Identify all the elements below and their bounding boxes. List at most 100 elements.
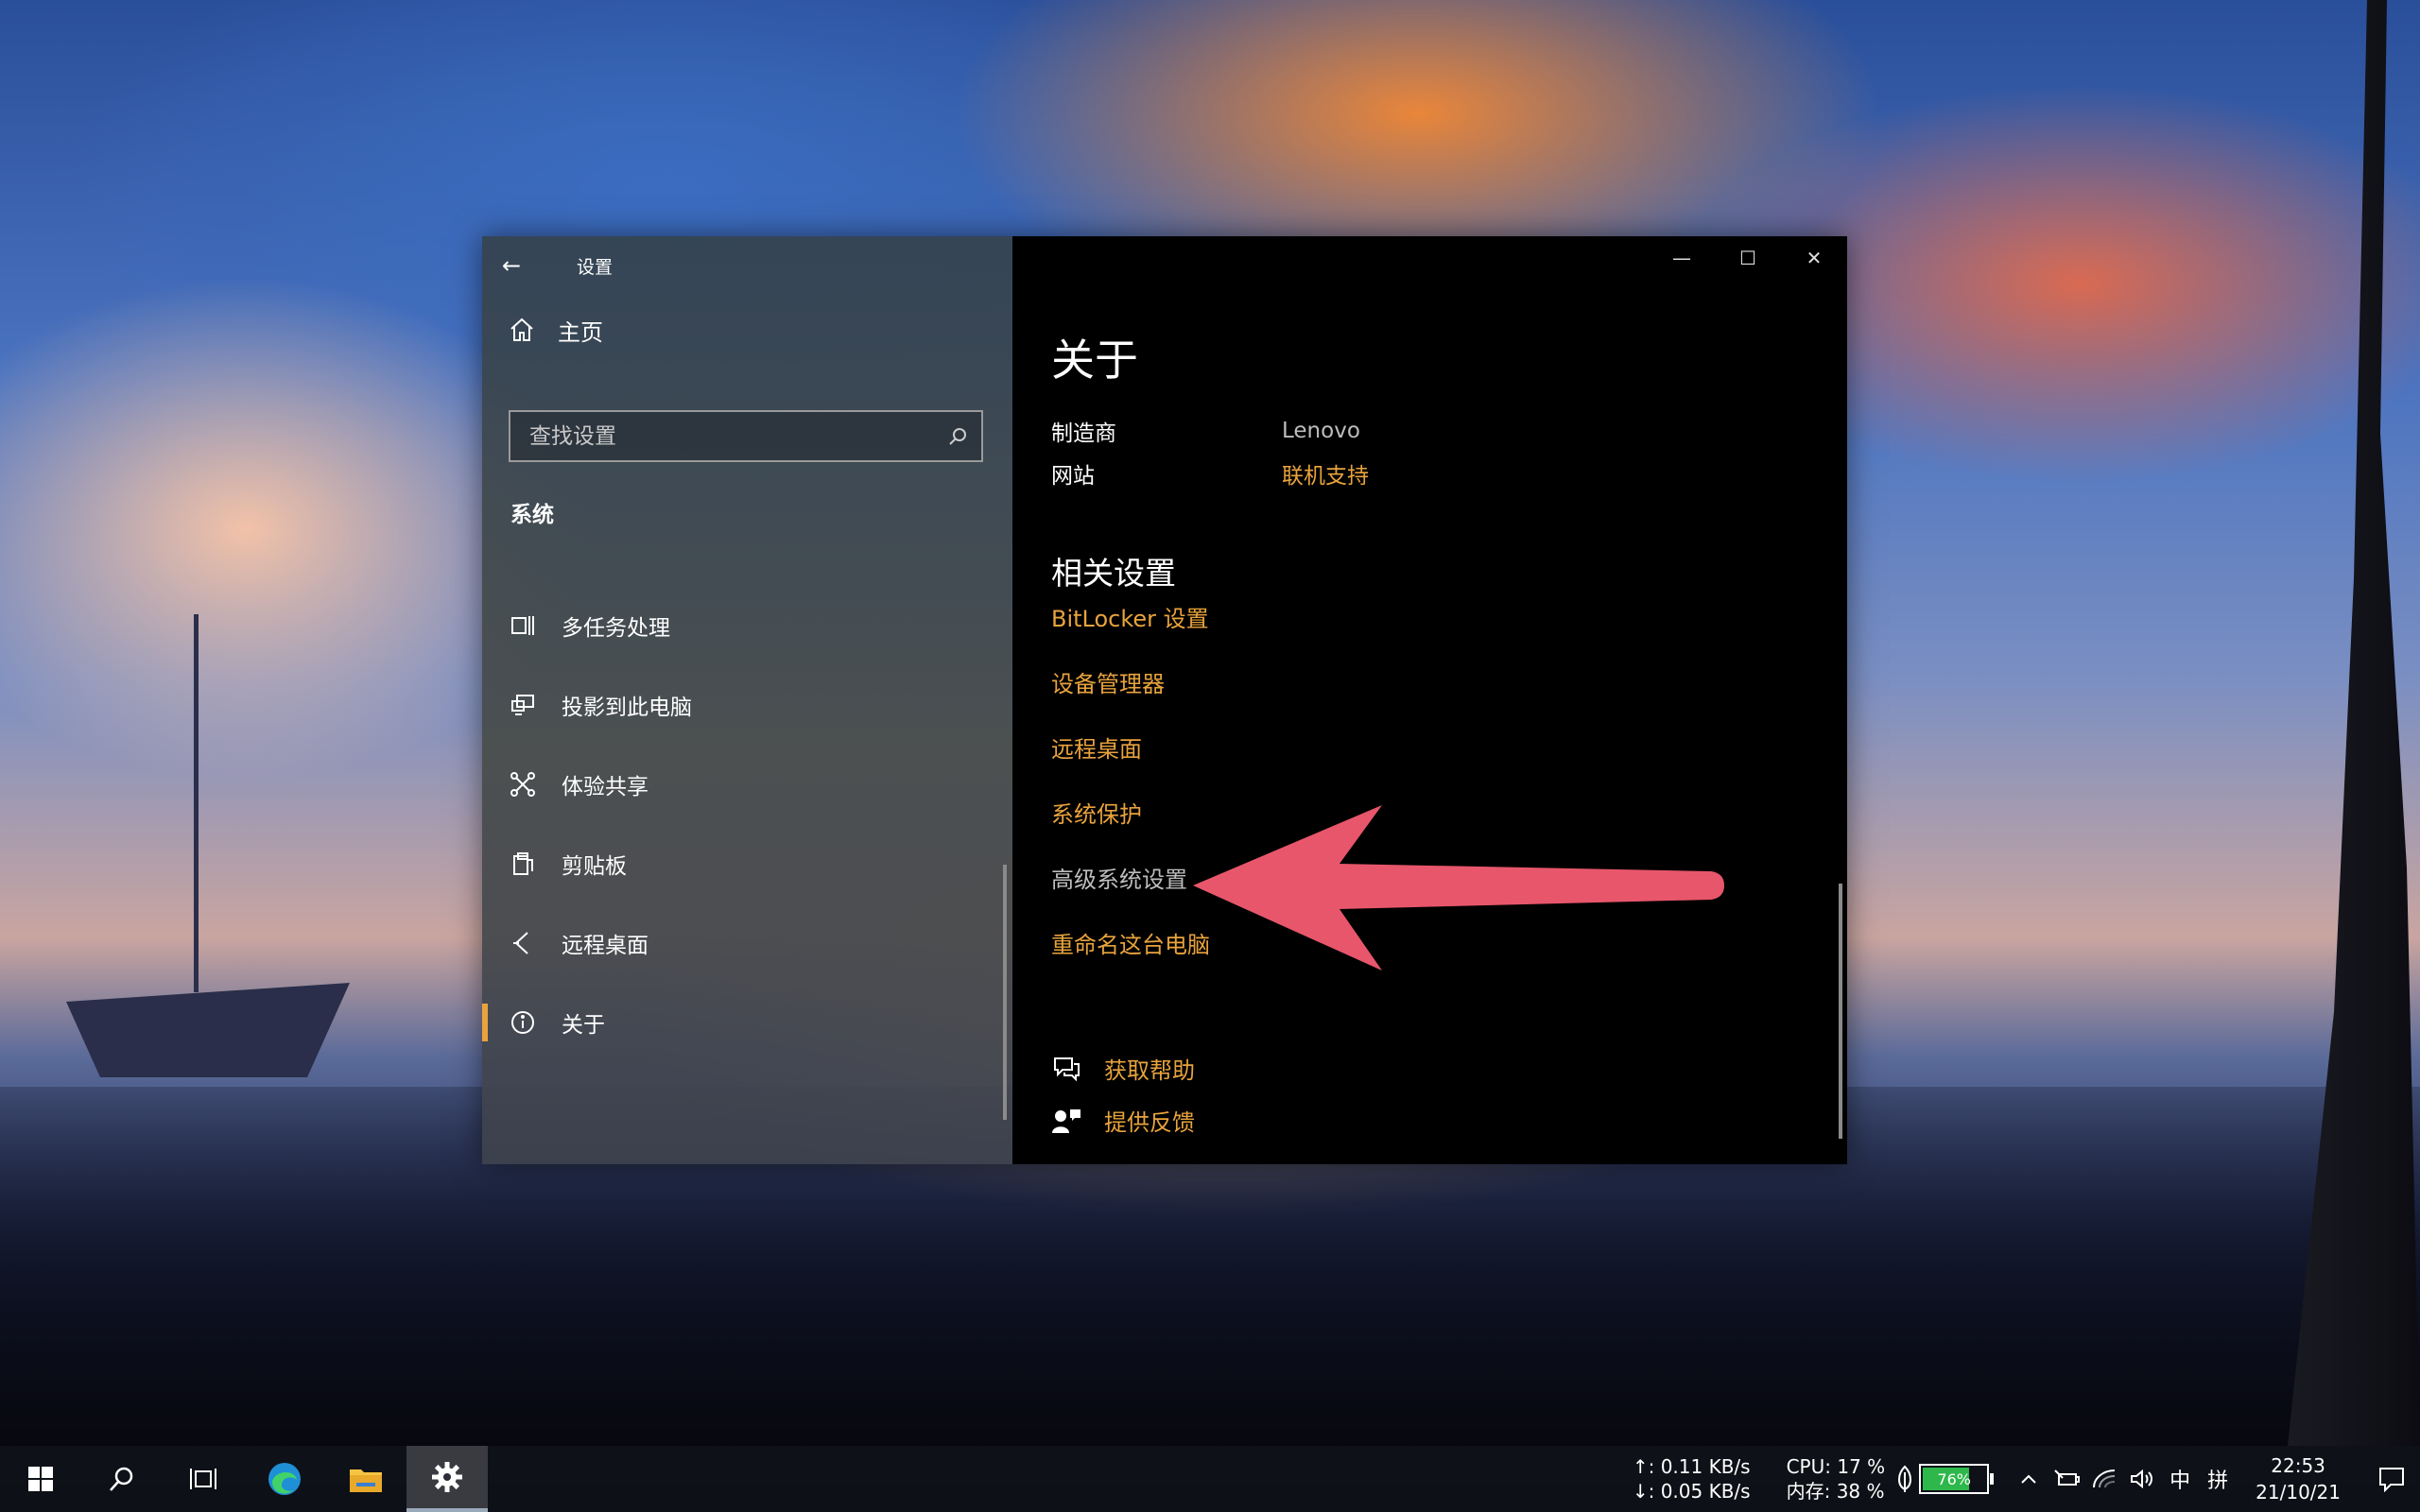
minimize-button[interactable]: — — [1649, 236, 1715, 280]
advanced-system-settings-link[interactable]: 高级系统设置 — [1051, 861, 1210, 926]
home-icon — [510, 318, 533, 341]
info-icon — [509, 1008, 537, 1037]
bitlocker-settings-link[interactable]: BitLocker 设置 — [1051, 600, 1210, 665]
maximize-icon: ☐ — [1739, 247, 1756, 269]
windows-logo-icon — [28, 1467, 53, 1491]
show-hidden-icons-button[interactable] — [2010, 1446, 2048, 1512]
nav-item-shared-experiences[interactable]: 体验共享 — [482, 745, 1012, 824]
rename-pc-link[interactable]: 重命名这台电脑 — [1051, 926, 1210, 991]
input-language-label: 中 — [2169, 1469, 2191, 1493]
get-help-link[interactable]: 获取帮助 — [1051, 1042, 1195, 1094]
resource-meter: CPU: 17 % 内存: 38 % — [1787, 1454, 1886, 1503]
battery-percent: 76% — [1937, 1469, 1971, 1488]
info-row-website: 网站 联机支持 — [1051, 452, 1369, 494]
settings-window: ← 设置 主页 系统 多任务处理 — [482, 236, 1847, 1164]
input-mode-label: 拼 — [2207, 1469, 2229, 1493]
chevron-up-icon — [2021, 1474, 2036, 1484]
clock-date: 21/10/21 — [2256, 1481, 2341, 1503]
feedback-label: 提供反馈 — [1104, 1109, 1195, 1136]
volume-button[interactable] — [2123, 1446, 2161, 1512]
nav-item-label: 投影到此电脑 — [562, 696, 692, 720]
nav-item-label: 体验共享 — [562, 775, 648, 799]
back-arrow-icon: ← — [501, 252, 522, 279]
manufacturer-value: Lenovo — [1282, 418, 1360, 443]
multitasking-icon — [509, 611, 537, 640]
minimize-icon: — — [1672, 247, 1691, 269]
search-input[interactable] — [529, 423, 926, 449]
power-button[interactable] — [2048, 1446, 2085, 1512]
input-language-button[interactable]: 中 — [2161, 1446, 2199, 1512]
action-center-button[interactable] — [2363, 1446, 2420, 1512]
clipboard-icon — [509, 850, 537, 878]
maximize-button[interactable]: ☐ — [1715, 236, 1781, 280]
notification-icon — [2379, 1468, 2404, 1492]
nav-list: 多任务处理 投影到此电脑 体验共享 剪贴板 远程桌面 关于 — [482, 586, 1012, 1062]
gear-icon — [432, 1462, 462, 1492]
search-icon — [110, 1467, 133, 1491]
projecting-icon — [509, 691, 537, 719]
battery-meter[interactable]: 76% — [1919, 1464, 1995, 1494]
settings-taskbar-button[interactable] — [406, 1446, 488, 1512]
battery-plug-icon — [2054, 1469, 2081, 1486]
leaf-icon — [1898, 1465, 1912, 1492]
task-view-icon — [190, 1469, 216, 1489]
annotation-arrow — [1193, 805, 1724, 971]
nav-item-remote-desktop[interactable]: 远程桌面 — [482, 903, 1012, 983]
title-bar: ← 设置 — [482, 236, 1012, 295]
system-tray: ↑: 0.11 KB/s ↓: 0.05 KB/s CPU: 17 % 内存: … — [1633, 1446, 2420, 1512]
task-view-button[interactable] — [163, 1446, 244, 1512]
device-manager-link[interactable]: 设备管理器 — [1051, 665, 1210, 730]
memory-usage: 内存: 38 % — [1786, 1480, 1885, 1503]
back-button[interactable]: ← — [482, 247, 541, 284]
search-icon — [949, 427, 966, 445]
online-support-link[interactable]: 联机支持 — [1282, 457, 1369, 490]
nav-item-projecting[interactable]: 投影到此电脑 — [482, 665, 1012, 745]
nav-item-label: 多任务处理 — [562, 616, 670, 641]
nav-item-multitasking[interactable]: 多任务处理 — [482, 586, 1012, 665]
nav-home[interactable]: 主页 — [482, 306, 1012, 353]
start-button[interactable] — [0, 1446, 81, 1512]
cpu-usage: CPU: 17 % — [1786, 1455, 1886, 1478]
nav-item-label: 远程桌面 — [562, 934, 648, 958]
edge-browser-icon — [268, 1463, 301, 1495]
content-scrollbar[interactable] — [1839, 884, 1842, 1139]
edge-taskbar-button[interactable] — [244, 1446, 325, 1512]
related-settings-list: BitLocker 设置 设备管理器 远程桌面 系统保护 高级系统设置 重命名这… — [1051, 600, 1210, 991]
upload-speed: ↑: 0.11 KB/s — [1632, 1455, 1751, 1478]
close-button[interactable]: ✕ — [1781, 236, 1847, 280]
search-taskbar-button[interactable] — [81, 1446, 163, 1512]
get-help-icon — [1054, 1057, 1080, 1081]
page-title: 关于 — [1051, 335, 1138, 386]
nav-scrollbar[interactable] — [1003, 865, 1007, 1120]
nav-item-about[interactable]: 关于 — [482, 983, 1012, 1062]
device-info-table: 制造商 Lenovo 网站 联机支持 — [1051, 409, 1369, 494]
clock[interactable]: 22:53 21/10/21 — [2256, 1452, 2341, 1505]
nav-section-label: 系统 — [510, 503, 554, 527]
taskbar: ↑: 0.11 KB/s ↓: 0.05 KB/s CPU: 17 % 内存: … — [0, 1446, 2420, 1512]
input-mode-button[interactable]: 拼 — [2199, 1446, 2237, 1512]
download-speed: ↓: 0.05 KB/s — [1632, 1480, 1751, 1503]
clock-time: 22:53 — [2271, 1454, 2325, 1477]
nav-item-label: 剪贴板 — [562, 854, 627, 879]
nav-item-clipboard[interactable]: 剪贴板 — [482, 824, 1012, 903]
feedback-link[interactable]: 提供反馈 — [1051, 1094, 1195, 1146]
wifi-button[interactable] — [2085, 1446, 2123, 1512]
info-row-manufacturer: 制造商 Lenovo — [1051, 409, 1369, 452]
file-explorer-taskbar-button[interactable] — [325, 1446, 406, 1512]
folder-icon — [350, 1469, 382, 1492]
system-protection-link[interactable]: 系统保护 — [1051, 796, 1210, 861]
search-box[interactable] — [509, 410, 983, 462]
wallpaper-boat-mast — [194, 614, 199, 992]
network-speed-meter: ↑: 0.11 KB/s ↓: 0.05 KB/s — [1633, 1454, 1751, 1503]
nav-home-label: 主页 — [558, 318, 603, 346]
remote-desktop-link[interactable]: 远程桌面 — [1051, 730, 1210, 796]
wallpaper-boat — [66, 983, 350, 1077]
close-icon: ✕ — [1806, 247, 1823, 269]
speaker-icon — [2131, 1469, 2153, 1489]
window-controls: — ☐ ✕ — [1649, 236, 1847, 280]
related-settings-heading: 相关设置 — [1051, 555, 1176, 592]
info-key: 制造商 — [1051, 421, 1116, 446]
nav-item-label: 关于 — [562, 1013, 605, 1038]
remote-desktop-icon — [509, 929, 537, 957]
shared-experiences-icon — [509, 770, 537, 799]
